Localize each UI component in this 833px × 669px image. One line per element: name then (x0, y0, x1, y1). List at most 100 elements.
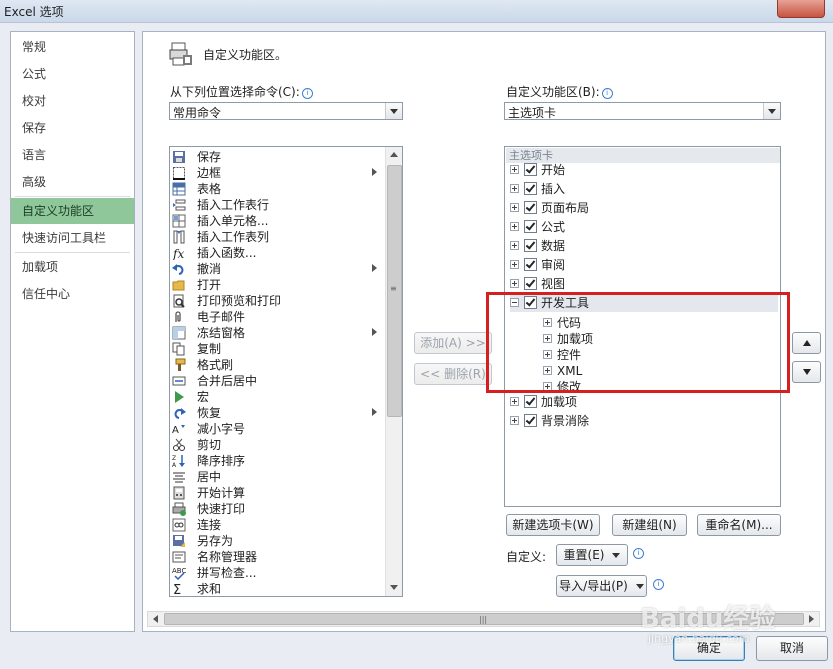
nav-item-general[interactable]: 常规 (11, 34, 134, 60)
command-item[interactable]: 电子邮件 (172, 309, 372, 325)
command-item[interactable]: 插入单元格... (172, 213, 372, 229)
expand-icon[interactable] (510, 260, 519, 269)
command-label: 另存为 (197, 534, 234, 548)
chevron-down-icon (635, 584, 644, 589)
page-title: 自定义功能区。 (203, 48, 288, 62)
expand-icon[interactable] (510, 203, 519, 212)
add-button[interactable]: 添加(A) >> (414, 332, 492, 354)
content-horizontal-scrollbar[interactable]: ||| (147, 611, 820, 627)
tree-node-home[interactable]: 开始 (510, 162, 778, 179)
expand-icon[interactable] (510, 397, 519, 406)
command-item[interactable]: 撤消 (172, 261, 377, 277)
move-up-button[interactable] (792, 332, 821, 354)
table-icon (172, 182, 186, 196)
expand-icon[interactable] (510, 279, 519, 288)
command-item[interactable]: 居中 (172, 469, 372, 485)
command-item[interactable]: 插入工作表行 (172, 197, 372, 213)
nav-item-addins[interactable]: 加载项 (11, 254, 134, 280)
macro-play-icon (175, 391, 184, 403)
tree-node-background-removal[interactable]: 背景消除 (510, 413, 778, 430)
command-item[interactable]: 保存 (172, 149, 372, 165)
command-item[interactable]: fx 插入函数... (172, 245, 372, 261)
scroll-down-icon[interactable] (386, 580, 402, 596)
expand-icon[interactable] (510, 184, 519, 193)
tree-node-data[interactable]: 数据 (510, 238, 778, 255)
scroll-thumb[interactable]: ≡ (387, 165, 402, 417)
checkbox[interactable] (524, 277, 537, 290)
command-label: 插入单元格... (197, 214, 269, 228)
nav-item-save[interactable]: 保存 (11, 115, 134, 141)
command-item[interactable]: ABC 拼写检查... (172, 565, 372, 581)
scroll-up-icon[interactable] (386, 147, 402, 163)
expand-icon[interactable] (510, 416, 519, 425)
command-item[interactable]: 打印预览和打印 (172, 293, 372, 309)
command-item[interactable]: 另存为 (172, 533, 372, 549)
nav-item-proofing[interactable]: 校对 (11, 88, 134, 114)
checkbox[interactable] (524, 239, 537, 252)
command-item[interactable]: A 减小字号 (172, 421, 372, 437)
checkbox[interactable] (524, 414, 537, 427)
command-item[interactable]: 宏 (172, 389, 372, 405)
command-item[interactable]: 恢复 (172, 405, 377, 421)
reset-button[interactable]: 重置(E) (556, 544, 628, 566)
cancel-button[interactable]: 取消 (756, 636, 828, 661)
nav-item-advanced[interactable]: 高级 (11, 169, 134, 195)
customize-label: 自定义: (506, 550, 547, 564)
checkbox[interactable] (524, 258, 537, 271)
rename-button[interactable]: 重命名(M)... (697, 514, 781, 536)
command-item[interactable]: 连接 (172, 517, 372, 533)
tree-node-insert[interactable]: 插入 (510, 181, 778, 198)
commands-list-scrollbar[interactable]: ≡ (385, 147, 402, 596)
command-item[interactable]: 剪切 (172, 437, 372, 453)
command-item[interactable]: 快速打印 (172, 501, 372, 517)
import-export-button[interactable]: 导入/导出(P) (556, 575, 647, 597)
checkbox[interactable] (524, 220, 537, 233)
customize-ribbon-label: 自定义功能区(B): i (506, 83, 613, 100)
checkbox[interactable] (524, 182, 537, 195)
command-item[interactable]: 格式刷 (172, 357, 372, 373)
command-item[interactable]: 合并后居中 (172, 373, 372, 389)
remove-button[interactable]: << 删除(R) (414, 363, 492, 385)
commands-list[interactable]: ≡ 保存 边框 表格 插入工作表行 插入单元格... 插入工作表列 fx 插入函数... 撤消打… (169, 146, 403, 597)
command-item[interactable]: Σ 求和 (172, 581, 372, 596)
tree-node-view[interactable]: 视图 (510, 276, 778, 293)
command-item[interactable]: 打开 (172, 277, 372, 293)
tree-node-review[interactable]: 审阅 (510, 257, 778, 274)
chevron-down-icon[interactable] (385, 103, 402, 119)
new-group-button[interactable]: 新建组(N) (612, 514, 687, 536)
tree-node-formulas[interactable]: 公式 (510, 219, 778, 236)
checkbox[interactable] (524, 163, 537, 176)
command-label: 减小字号 (197, 422, 246, 436)
choose-commands-combo[interactable]: 常用命令 (169, 102, 403, 120)
command-item[interactable]: 插入工作表列 (172, 229, 372, 245)
expand-icon[interactable] (510, 241, 519, 250)
expand-icon[interactable] (510, 222, 519, 231)
checkbox[interactable] (524, 395, 537, 408)
checkbox[interactable] (524, 201, 537, 214)
window-close-button[interactable] (777, 0, 825, 18)
chevron-down-icon[interactable] (763, 103, 780, 119)
tree-node-addins[interactable]: 加载项 (510, 394, 778, 411)
command-item[interactable]: 名称管理器 (172, 549, 372, 565)
nav-item-formulas[interactable]: 公式 (11, 61, 134, 87)
command-item[interactable]: 开始计算 (172, 485, 372, 501)
choose-commands-value: 常用命令 (173, 106, 222, 120)
command-item[interactable]: 表格 (172, 181, 372, 197)
nav-item-quick-access-toolbar[interactable]: 快速访问工具栏 (11, 225, 134, 251)
nav-item-trust-center[interactable]: 信任中心 (11, 281, 134, 307)
tree-node-page-layout[interactable]: 页面布局 (510, 200, 778, 217)
command-item[interactable]: Z A 降序排序 (172, 453, 372, 469)
move-down-button[interactable] (792, 361, 821, 383)
nav-item-customize-ribbon[interactable]: 自定义功能区 (11, 198, 134, 224)
expand-icon[interactable] (510, 165, 519, 174)
command-item[interactable]: 边框 (172, 165, 377, 181)
function-icon: fx (172, 247, 184, 260)
nav-item-language[interactable]: 语言 (11, 142, 134, 168)
decrease-font-icon: A (172, 425, 185, 436)
command-label: 名称管理器 (197, 550, 258, 564)
freeze-panes-icon (172, 326, 186, 340)
new-tab-button[interactable]: 新建选项卡(W) (506, 514, 600, 536)
ribbon-tabs-combo[interactable]: 主选项卡 (504, 102, 781, 120)
command-item[interactable]: 复制 (172, 341, 372, 357)
command-item[interactable]: 冻结窗格 (172, 325, 377, 341)
